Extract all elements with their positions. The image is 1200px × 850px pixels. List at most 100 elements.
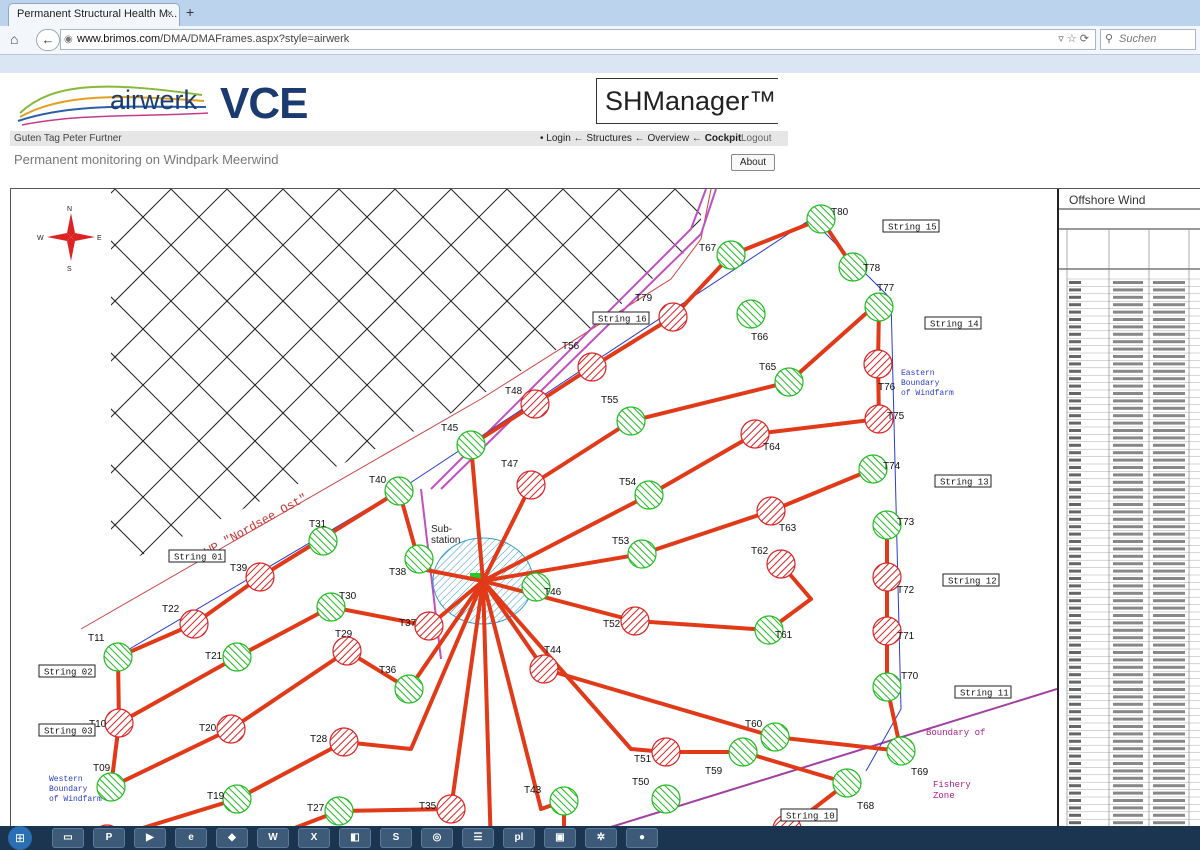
turbine-t67[interactable]: T67 [699,240,746,270]
turbine-t64[interactable]: T64 [740,419,781,453]
turbine-t55[interactable]: T55 [601,395,646,436]
taskbar-app-14[interactable]: ● [626,828,658,848]
turbine-t59[interactable]: T59 [705,737,758,777]
turbine-t10[interactable]: T10 [89,708,134,738]
turbine-t69[interactable]: T69 [886,736,929,778]
nav-overview-link[interactable]: Overview [647,133,689,144]
turbine-t51[interactable]: T51 [634,737,681,767]
turbine-t45[interactable]: T45 [441,423,486,460]
turbine-t68[interactable]: T68 [832,768,875,812]
taskbar-app-6[interactable]: X [298,828,330,848]
turbine-t40[interactable]: T40 [369,475,414,506]
turbine-label: T28 [310,734,328,745]
string-label-text: String 10 [786,812,835,822]
turbine-circle [872,672,902,702]
turbine-t36[interactable]: T36 [379,665,424,704]
turbine-t30[interactable]: T30 [316,591,357,622]
turbine-t70[interactable]: T70 [872,671,919,702]
search-input[interactable]: ⚲ Suchen [1100,29,1196,50]
turbine-markers: T80 T78 T67 T79 T77 T66 T56 T76 T65 T48 T55 T75 T45 T… [88,204,929,827]
address-bar[interactable]: ◉ www.brimos.com/DMA/DMAFrames.aspx?styl… [60,29,1096,50]
taskbar-app-8[interactable]: S [380,828,412,848]
turbine-t43[interactable]: T43 [524,785,579,816]
turbine-t80[interactable]: T80 [806,204,849,234]
turbine-label: T55 [601,395,619,406]
turbine-t19[interactable]: T19 [207,784,252,814]
turbine-label: T51 [634,754,652,765]
taskbar-app-9[interactable]: ◎ [421,828,453,848]
page-title: Permanent monitoring on Windpark Meerwin… [14,152,279,167]
taskbar-app-1[interactable]: P [93,828,125,848]
start-button[interactable]: ⊞ [8,826,32,850]
windpark-layout-drawing: T80 T78 T67 T79 T77 T66 T56 T76 T65 T48 T55 T75 T45 T… [37,189,1057,827]
turbine-t21[interactable]: T21 [205,642,252,672]
taskbar-app-11[interactable]: pl [503,828,535,848]
turbine-t20[interactable]: T20 [199,714,246,744]
turbine-t46[interactable]: T46 [521,572,562,602]
turbine-t53[interactable]: T53 [612,536,657,569]
turbine-t72[interactable]: T72 [872,562,915,596]
back-button[interactable]: ← [36,29,60,51]
windpark-map[interactable]: T80 T78 T67 T79 T77 T66 T56 T76 T65 T48 T55 T75 T45 T… [10,188,1200,827]
turbine-label: T37 [399,618,417,629]
taskbar-app-4[interactable]: ◆ [216,828,248,848]
turbine-label: T44 [544,645,562,656]
turbine-t73[interactable]: T73 [872,510,915,540]
turbine-t54[interactable]: T54 [619,477,664,510]
nav-cockpit-link[interactable]: Cockpit [705,133,742,144]
new-tab-button[interactable]: + [186,4,194,20]
turbine-t29[interactable]: T29 [332,629,362,666]
home-icon[interactable]: ⌂ [10,31,18,47]
shmanager-logo: SHManager™ [596,78,778,124]
taskbar-app-12[interactable]: ▣ [544,828,576,848]
turbine-circle [864,292,894,322]
reload-icon[interactable]: ▿ ☆ ⟳ [1058,30,1089,49]
bookmark-strip [0,55,1200,73]
cable-string-2 [118,579,485,725]
turbine-t38[interactable]: T38 [389,544,434,578]
string-label-box: String 03 [38,723,96,737]
turbine-label: T76 [878,382,896,393]
taskbar-app-13[interactable]: ✲ [585,828,617,848]
turbine-t35[interactable]: T35 [419,794,466,824]
turbine-label: T60 [745,719,763,730]
cable-string-5 [291,580,485,827]
turbine-circle [324,796,354,826]
turbine-t77[interactable]: T77 [864,283,895,322]
nav-structures-link[interactable]: Structures [586,133,632,144]
turbine-t44[interactable]: T44 [529,645,562,684]
search-icon: ⚲ [1105,33,1114,45]
turbine-t31[interactable]: T31 [308,519,338,556]
about-button[interactable]: About [731,154,775,171]
turbine-circle [832,768,862,798]
turbine-t52[interactable]: T52 [603,606,650,636]
tab-active[interactable]: Permanent Structural Health M... × [8,3,180,26]
string-label-text: String 14 [930,320,979,330]
taskbar-app-3[interactable]: e [175,828,207,848]
turbine-t65[interactable]: T65 [759,362,804,397]
turbine-t28[interactable]: T28 [310,727,359,757]
turbine-t62[interactable]: T62 [751,546,796,579]
turbine-t37[interactable]: T37 [399,611,444,641]
turbine-circle [179,609,209,639]
turbine-t66[interactable]: T66 [736,299,769,343]
close-tab-icon[interactable]: × [167,4,173,25]
turbine-t78[interactable]: T78 [838,252,881,282]
turbine-t61[interactable]: T61 [754,615,793,645]
logout-link[interactable]: Logout [741,131,772,146]
turbine-circle [245,562,275,592]
turbine-t75[interactable]: T75 [864,404,905,434]
taskbar-app-10[interactable]: ☰ [462,828,494,848]
taskbar-app-7[interactable]: ◧ [339,828,371,848]
taskbar-app-2[interactable]: ▶ [134,828,166,848]
turbine-t76[interactable]: T76 [863,349,896,393]
taskbar-app-5[interactable]: W [257,828,289,848]
taskbar-app-0[interactable]: ▭ [52,828,84,848]
turbine-t71[interactable]: T71 [872,616,915,646]
turbine-t56[interactable]: T56 [562,341,607,382]
turbine-t39[interactable]: T39 [230,562,275,592]
string-label-box: String 11 [954,685,1012,699]
turbine-t47[interactable]: T47 [501,459,546,500]
nav-login-link[interactable]: Login [546,133,570,144]
turbine-t50[interactable]: T50 [632,777,681,814]
